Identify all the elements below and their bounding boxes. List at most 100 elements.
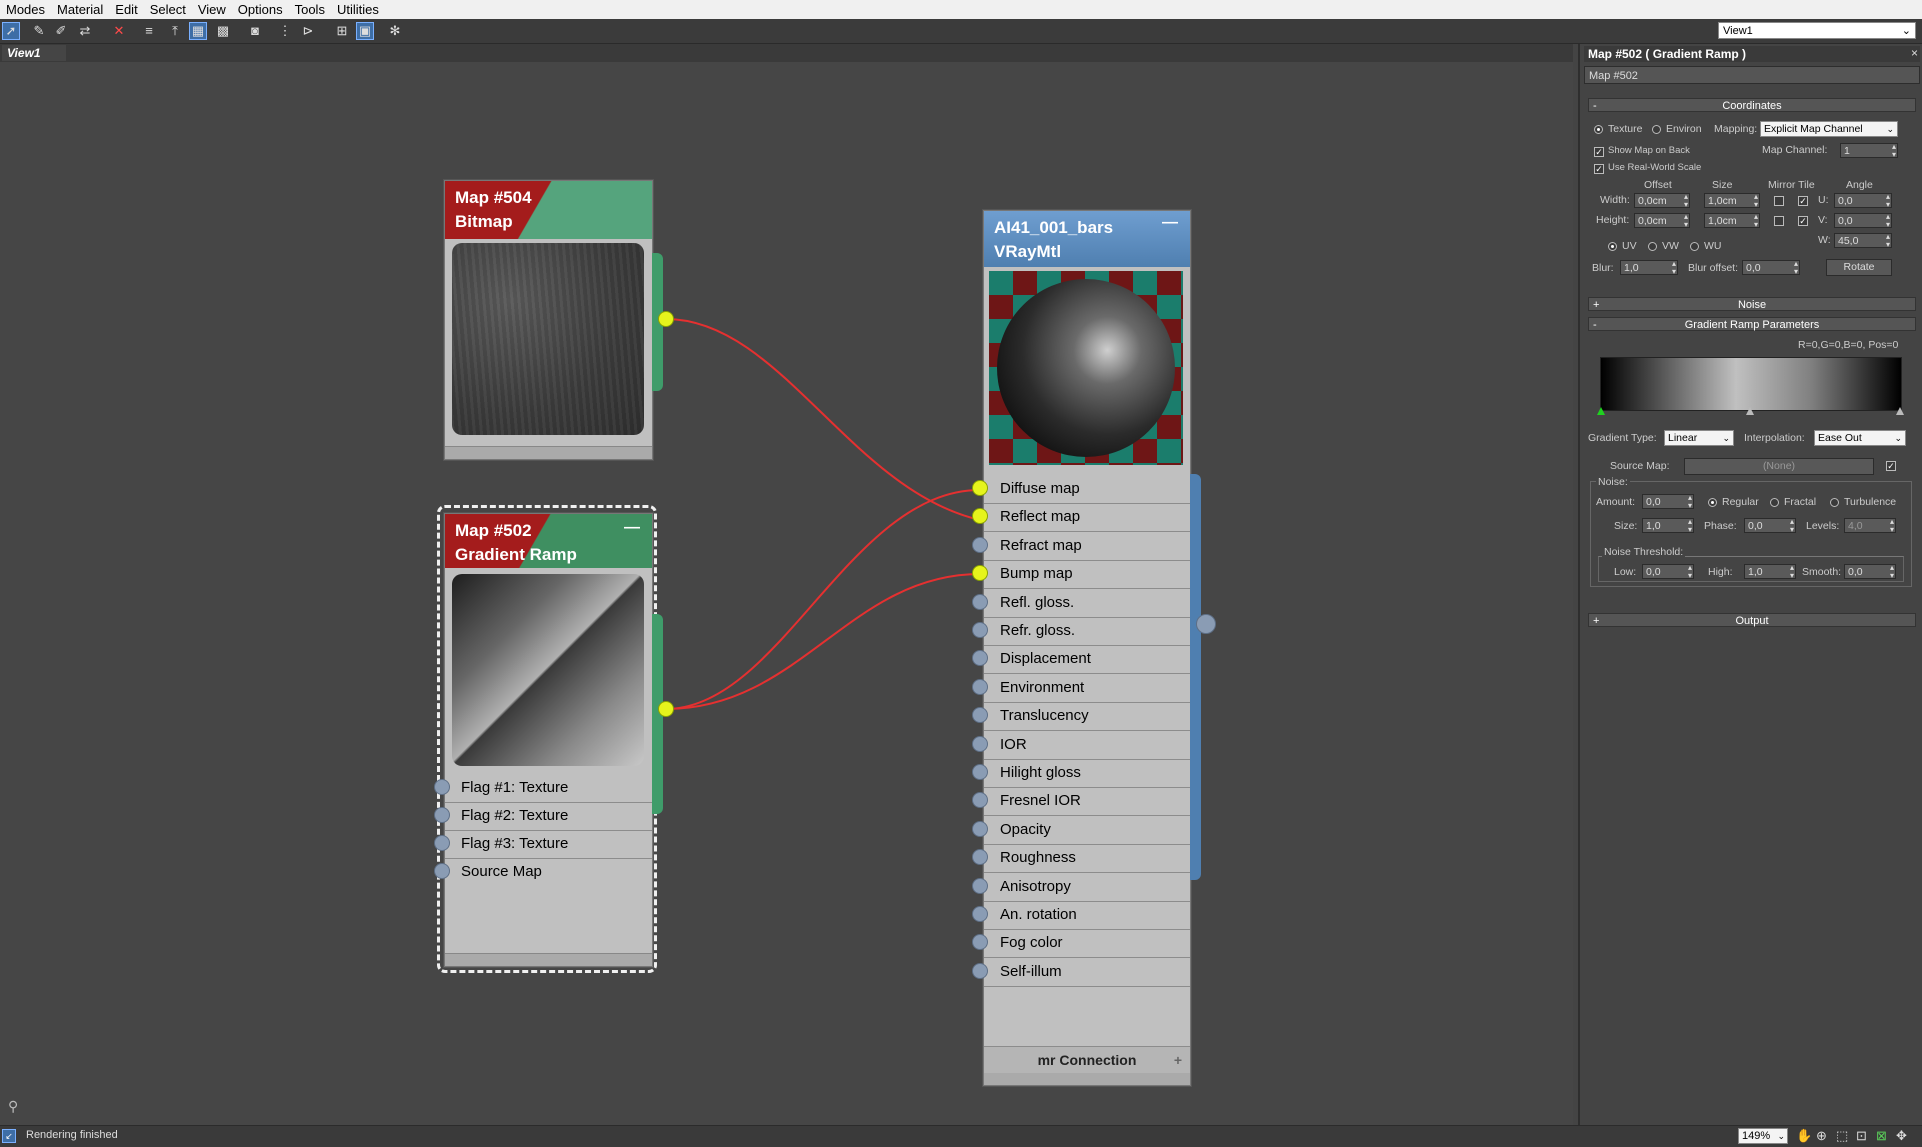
gradient-output-socket[interactable] xyxy=(658,701,674,717)
vray-input-socket[interactable] xyxy=(972,622,988,638)
phase-spinner[interactable]: 0,0 ▴ ▾ xyxy=(1744,518,1796,534)
slot-row[interactable]: Flag #2: Texture xyxy=(445,802,652,831)
slot-row[interactable]: Bump map xyxy=(984,560,1190,590)
blur-offset-spinner[interactable]: 0,0 ▴ ▾ xyxy=(1742,260,1800,276)
vray-input-socket[interactable] xyxy=(972,877,988,894)
slot-row[interactable]: Fresnel IOR xyxy=(984,787,1190,817)
menu-options[interactable]: Options xyxy=(232,0,289,18)
environ-radio[interactable] xyxy=(1652,125,1661,134)
noise-rollout[interactable]: + Noise xyxy=(1588,297,1916,311)
slot-row[interactable]: Roughness xyxy=(984,844,1190,874)
zoom-icon[interactable]: ⊕ xyxy=(1816,1128,1827,1144)
select-tool-icon[interactable]: ➚ xyxy=(2,22,20,40)
slot-row[interactable]: IOR xyxy=(984,731,1190,760)
map-name-field[interactable]: Map #502 xyxy=(1584,66,1920,84)
menu-tools[interactable]: Tools xyxy=(289,0,331,18)
noise-size-spinner[interactable]: 1,0 ▴ ▾ xyxy=(1642,518,1694,534)
height-offset-spinner[interactable]: 0,0cm ▴ ▾ xyxy=(1634,213,1690,229)
u-angle-spinner[interactable]: 0,0 ▴ ▾ xyxy=(1834,193,1892,209)
show-background-icon[interactable]: ▩ xyxy=(214,22,232,40)
flag-marker-1[interactable] xyxy=(1597,407,1605,415)
slot-row[interactable]: Refr. gloss. xyxy=(984,617,1190,646)
vray-input-socket[interactable] xyxy=(972,536,988,553)
move-children-icon[interactable]: ≡ xyxy=(140,22,158,40)
slot-row[interactable]: An. rotation xyxy=(984,901,1190,930)
tile-v-checkbox[interactable]: ✓ xyxy=(1798,216,1808,226)
wu-radio[interactable] xyxy=(1690,242,1699,251)
gradient-input-socket[interactable] xyxy=(434,863,450,879)
menu-select[interactable]: Select xyxy=(144,0,192,18)
zoom-selected-icon[interactable]: ⊠ xyxy=(1876,1128,1887,1144)
spinner-arrows-icon[interactable]: ▴ ▾ xyxy=(1886,213,1890,229)
spinner-arrows-icon[interactable]: ▴ ▾ xyxy=(1684,213,1688,229)
view-tab[interactable]: View1 xyxy=(2,45,66,61)
spinner-arrows-icon[interactable]: ▴ ▾ xyxy=(1688,494,1692,510)
tile-u-checkbox[interactable]: ✓ xyxy=(1798,196,1808,206)
spinner-arrows-icon[interactable]: ▴ ▾ xyxy=(1886,193,1890,209)
show-shaded-icon[interactable]: ▦ xyxy=(189,22,207,40)
coordinates-rollout[interactable]: - Coordinates xyxy=(1588,98,1916,112)
vray-input-socket[interactable] xyxy=(972,480,988,496)
menu-material[interactable]: Material xyxy=(51,0,109,18)
parameter-editor-icon[interactable]: ⊞ xyxy=(333,22,351,40)
gradient-type-dropdown[interactable]: Linear ⌄ xyxy=(1664,430,1734,446)
gradient-input-socket[interactable] xyxy=(434,779,450,795)
pan-to-selected-icon[interactable]: ✥ xyxy=(1896,1128,1907,1144)
expand-icon[interactable]: + xyxy=(1174,1047,1182,1073)
binoculars-icon[interactable]: ⚲ xyxy=(8,1098,18,1115)
spinner-arrows-icon[interactable]: ▴ ▾ xyxy=(1790,564,1794,580)
output-rollout[interactable]: + Output xyxy=(1588,613,1916,627)
bitmap-output-socket[interactable] xyxy=(658,311,674,327)
vray-input-socket[interactable] xyxy=(972,678,988,695)
gradient-input-socket[interactable] xyxy=(434,835,450,851)
put-material-icon[interactable]: ✐ xyxy=(52,22,70,40)
regular-radio[interactable] xyxy=(1708,498,1717,507)
node-vraymtl[interactable]: AI41_001_bars VRayMtl — Diffuse map Refle… xyxy=(983,210,1201,1086)
close-icon[interactable]: × xyxy=(1911,46,1918,60)
texture-radio[interactable] xyxy=(1594,125,1603,134)
w-angle-spinner[interactable]: 45,0 ▴ ▾ xyxy=(1834,233,1892,249)
vw-radio[interactable] xyxy=(1648,242,1657,251)
mapping-dropdown[interactable]: Explicit Map Channel ⌄ xyxy=(1760,121,1898,137)
material-map-icon[interactable]: ⤒ xyxy=(166,22,184,40)
show-end-result-icon[interactable]: ◙ xyxy=(246,22,264,40)
height-size-spinner[interactable]: 1,0cm ▴ ▾ xyxy=(1704,213,1760,229)
gradient-params-rollout[interactable]: - Gradient Ramp Parameters xyxy=(1588,317,1916,331)
pick-material-icon[interactable]: ✎ xyxy=(30,22,48,40)
source-map-button[interactable]: (None) xyxy=(1684,458,1874,475)
slot-row[interactable]: Diffuse map xyxy=(984,475,1190,504)
spinner-arrows-icon[interactable]: ▴ ▾ xyxy=(1688,518,1692,534)
v-angle-spinner[interactable]: 0,0 ▴ ▾ xyxy=(1834,213,1892,229)
interpolation-dropdown[interactable]: Ease Out ⌄ xyxy=(1814,430,1906,446)
uv-radio[interactable] xyxy=(1608,242,1617,251)
material-explorer-icon[interactable]: ✻ xyxy=(386,22,404,40)
assign-material-icon[interactable]: ⇄ xyxy=(76,22,94,40)
mr-connection-bar[interactable]: mr Connection + xyxy=(984,1046,1190,1073)
menu-utilities[interactable]: Utilities xyxy=(331,0,385,18)
slot-row[interactable]: Hilight gloss xyxy=(984,759,1190,788)
slot-row[interactable]: Displacement xyxy=(984,645,1190,675)
node-bitmap[interactable]: Map #504 Bitmap xyxy=(444,180,663,460)
node-gradient-ramp[interactable]: Map #502 Gradient Ramp — Flag #1: Textur… xyxy=(444,513,663,967)
width-offset-spinner[interactable]: 0,0cm ▴ ▾ xyxy=(1634,193,1690,209)
layout-children-icon[interactable]: ⊳ xyxy=(299,22,317,40)
menu-modes[interactable]: Modes xyxy=(0,0,51,18)
zoom-extents-icon[interactable]: ⊡ xyxy=(1856,1128,1867,1144)
width-size-spinner[interactable]: 1,0cm ▴ ▾ xyxy=(1704,193,1760,209)
turbulence-radio[interactable] xyxy=(1830,498,1839,507)
slot-row[interactable]: Self-illum xyxy=(984,958,1190,987)
smooth-spinner[interactable]: 0,0 ▴ ▾ xyxy=(1844,564,1896,580)
slot-row[interactable]: Flag #3: Texture xyxy=(445,830,652,859)
zoom-dropdown[interactable]: 149% ⌄ xyxy=(1738,1128,1788,1144)
spinner-arrows-icon[interactable]: ▴ ▾ xyxy=(1754,213,1758,229)
collapse-icon[interactable]: — xyxy=(1162,215,1178,231)
amount-spinner[interactable]: 0,0 ▴ ▾ xyxy=(1642,494,1694,510)
vray-input-socket[interactable] xyxy=(972,906,988,922)
levels-spinner[interactable]: 4,0 ▴ ▾ xyxy=(1844,518,1896,534)
slot-row[interactable]: Flag #1: Texture xyxy=(445,774,652,803)
collapse-icon[interactable]: — xyxy=(624,520,640,536)
slot-row[interactable]: Opacity xyxy=(984,816,1190,845)
spinner-arrows-icon[interactable]: ▴ ▾ xyxy=(1890,564,1894,580)
blur-spinner[interactable]: 1,0 ▴ ▾ xyxy=(1620,260,1678,276)
node-bitmap-header[interactable]: Map #504 Bitmap xyxy=(445,181,652,239)
